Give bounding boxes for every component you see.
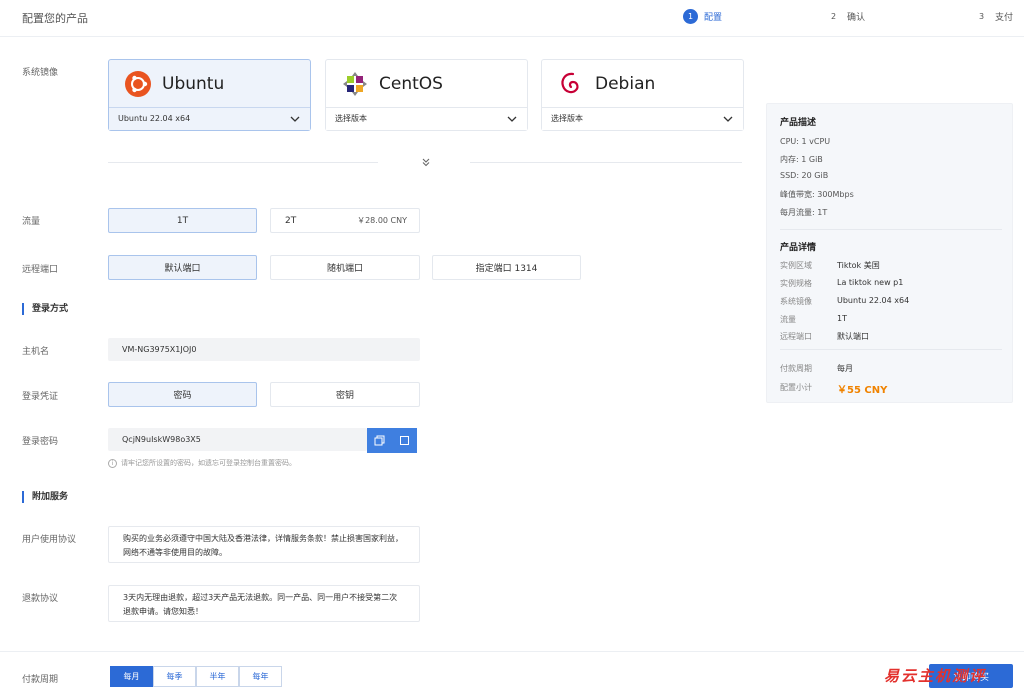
detail-key: 系统镜像	[780, 297, 812, 306]
password-input[interactable]: QcjN9uIskW98o3X5	[108, 428, 367, 451]
spec-item: 内存: 1 GiB	[780, 155, 823, 164]
ubuntu-logo-icon	[125, 71, 151, 97]
os-card-ubuntu[interactable]: Ubuntu Ubuntu 22.04 x64	[108, 59, 311, 131]
copy-password-button[interactable]	[367, 428, 392, 453]
spec-item: SSD: 20 GiB	[780, 171, 829, 180]
os-version-select[interactable]: 选择版本	[542, 107, 743, 130]
login-section-title: 登录方式	[22, 303, 68, 315]
divider	[108, 162, 378, 163]
port-label: 远程端口	[22, 265, 59, 275]
traffic-label: 流量	[22, 217, 41, 227]
password-label: 登录密码	[22, 437, 59, 447]
hostname-input[interactable]: VM-NG3975X1JOJ0	[108, 338, 420, 361]
chevron-down-icon	[507, 116, 517, 122]
cycle-monthly-button[interactable]: 每月	[110, 666, 153, 687]
chevron-down-icon	[290, 116, 300, 122]
agreement-label: 用户使用协议	[22, 535, 77, 545]
detail-key: 实例规格	[780, 279, 812, 288]
step-configure: 1 配置	[683, 9, 722, 24]
extras-section-title: 附加服务	[22, 491, 68, 503]
spec-item: 峰值带宽: 300Mbps	[780, 190, 854, 199]
detail-value: La tiktok new p1	[837, 278, 904, 287]
os-name: CentOS	[379, 74, 443, 94]
detail-value: Ubuntu 22.04 x64	[837, 296, 910, 305]
watermark: 易云主机测评	[884, 667, 987, 685]
page-title: 配置您的产品	[22, 12, 88, 25]
detail-value: 1T	[837, 314, 847, 323]
cycle-yearly-button[interactable]: 每年	[239, 666, 282, 687]
detail-value: Tiktok 美国	[837, 261, 880, 270]
expand-more-icon[interactable]	[420, 156, 432, 168]
info-icon: i	[108, 458, 117, 468]
page-header: 配置您的产品 1 配置 2 确认 3 支付	[0, 0, 1024, 37]
os-version-select[interactable]: 选择版本	[326, 107, 527, 130]
debian-logo-icon	[561, 72, 579, 94]
cycle-quarterly-button[interactable]: 每季	[153, 666, 196, 687]
refund-text: 3天内无理由退款，超过3天产品无法退款。同一产品、同一用户不接受第二次退款申请。…	[108, 585, 420, 622]
port-option-custom[interactable]: 指定端口 1314	[432, 255, 581, 280]
credential-label: 登录凭证	[22, 392, 59, 402]
os-name: Debian	[595, 74, 656, 94]
spec-item: 每月流量: 1T	[780, 208, 828, 217]
os-name: Ubuntu	[162, 74, 225, 94]
billing-cycle-key: 付款周期	[780, 364, 812, 373]
subtotal-value: ￥55 CNY	[837, 385, 888, 396]
billing-cycle-label: 付款周期	[22, 675, 59, 685]
copy-icon	[374, 435, 385, 446]
os-image-label: 系统镜像	[22, 68, 59, 78]
divider	[780, 349, 1002, 350]
order-summary-panel: 产品描述 CPU: 1 vCPU 内存: 1 GiB SSD: 20 GiB 峰…	[766, 103, 1013, 403]
detail-key: 实例区域	[780, 261, 812, 270]
traffic-option-1t[interactable]: 1T	[108, 208, 257, 233]
hostname-label: 主机名	[22, 347, 50, 357]
divider	[470, 162, 742, 163]
refund-label: 退款协议	[22, 594, 59, 604]
traffic-option-2t[interactable]: 2T ￥28.00 CNY	[270, 208, 420, 233]
refresh-icon	[400, 436, 409, 445]
port-option-default[interactable]: 默认端口	[108, 255, 257, 280]
os-version-select[interactable]: Ubuntu 22.04 x64	[109, 107, 310, 130]
spec-item: CPU: 1 vCPU	[780, 137, 831, 146]
subtotal-key: 配置小计	[780, 383, 812, 392]
password-hint: i 请牢记您所设置的密码，如遗忘可登录控制台重置密码。	[108, 458, 296, 468]
os-card-centos[interactable]: CentOS 选择版本	[325, 59, 528, 131]
detail-key: 流量	[780, 315, 796, 324]
detail-value: 默认端口	[837, 332, 869, 341]
port-option-random[interactable]: 随机端口	[270, 255, 420, 280]
os-card-debian[interactable]: Debian 选择版本	[541, 59, 744, 131]
product-detail-title: 产品详情	[780, 243, 817, 253]
step-pay: 3 支付	[978, 12, 1014, 23]
detail-key: 远程端口	[780, 332, 812, 341]
cycle-halfyear-button[interactable]: 半年	[196, 666, 239, 687]
product-description-title: 产品描述	[780, 118, 817, 128]
billing-cycle-value: 每月	[837, 364, 853, 373]
step-confirm: 2 确认	[830, 12, 866, 23]
regenerate-password-button[interactable]	[392, 428, 417, 453]
credential-option-password[interactable]: 密码	[108, 382, 257, 407]
divider	[780, 229, 1002, 230]
centos-logo-icon	[343, 72, 367, 96]
agreement-text: 购买的业务必须遵守中国大陆及香港法律，详情服务条款！禁止损害国家利益，网络不通等…	[108, 526, 420, 563]
chevron-down-icon	[723, 116, 733, 122]
credential-option-key[interactable]: 密钥	[270, 382, 420, 407]
